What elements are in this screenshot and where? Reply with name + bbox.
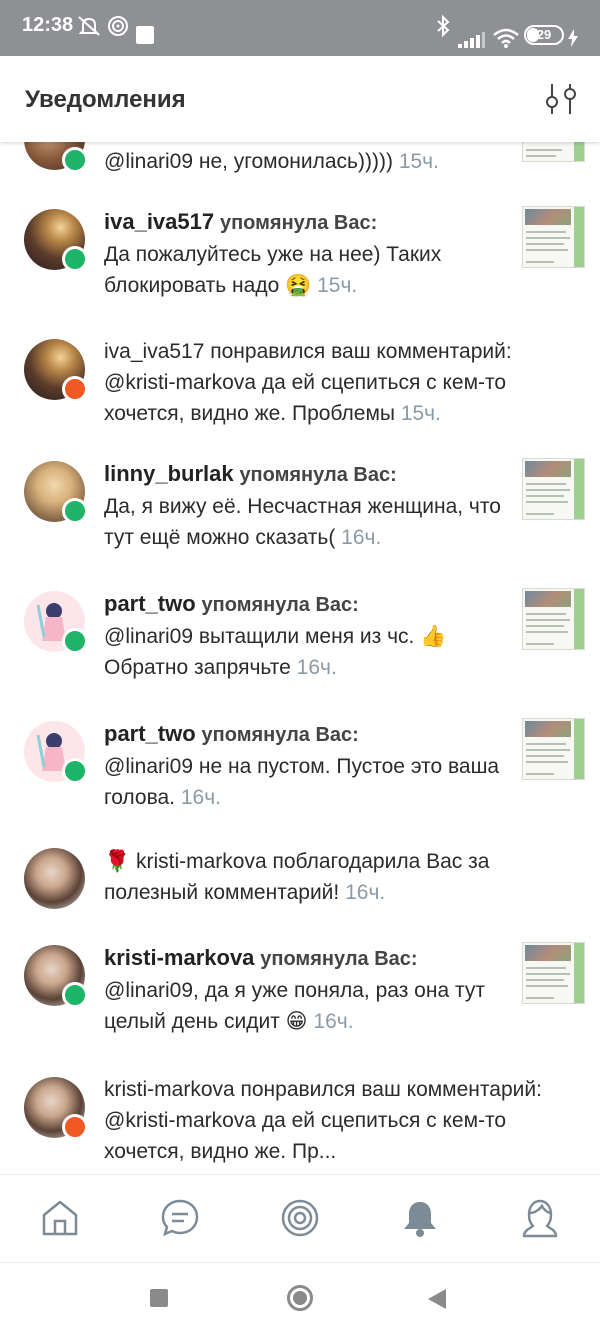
notification-time: 15ч. <box>398 150 439 173</box>
notification-text: part_two упомянула Вас: @linari09 вытащи… <box>104 588 514 683</box>
post-thumbnail[interactable] <box>522 142 585 162</box>
filter-button[interactable] <box>540 80 584 120</box>
comment-badge-icon <box>62 498 88 524</box>
notification-text: iva_iva517 понравился ваш комментарий: @… <box>104 336 574 429</box>
battery-icon: 29 <box>524 25 564 45</box>
notification-item[interactable]: iva_iva517 упомянула Вас: Да пожалуйтесь… <box>0 206 600 316</box>
profile-icon <box>522 1199 558 1238</box>
system-navigation-bar <box>0 1262 600 1332</box>
bluetooth-icon <box>437 14 450 38</box>
notification-item[interactable]: kristi-markova понравился ваш комментари… <box>0 1074 600 1174</box>
home-system-icon[interactable] <box>287 1285 313 1311</box>
comment-badge-icon <box>62 982 88 1008</box>
nav-chat-button[interactable] <box>159 1197 201 1239</box>
target-icon <box>281 1199 319 1237</box>
notification-username[interactable]: part_two <box>104 721 196 746</box>
nav-target-button[interactable] <box>279 1197 321 1239</box>
avatar[interactable] <box>24 848 85 909</box>
page-title: Уведомления <box>25 86 186 113</box>
notification-message: Да пожалуйтесь уже на нее) Таких блокиро… <box>104 243 442 297</box>
notification-time: 16ч. <box>180 786 222 809</box>
nav-home-button[interactable] <box>39 1197 81 1239</box>
notification-action: упомянула Вас: <box>219 212 378 234</box>
app-header: Уведомления <box>0 56 600 142</box>
notification-text: iva_iva517 упомянула Вас: Да пожалуйтесь… <box>104 206 514 301</box>
signal-icon <box>458 32 485 48</box>
filter-sliders-icon <box>546 84 576 114</box>
notification-text: kristi-markova упомянула Вас: @linari09,… <box>104 942 514 1037</box>
notification-message: @linari09 вытащили меня из чс. 👍 Обратно… <box>104 625 447 679</box>
notification-action: упомянула Вас: <box>201 724 359 746</box>
notification-text: 🌹 kristi-markova поблагодарила Вас за по… <box>104 846 574 908</box>
notification-message: @linari09 не, угомонилась))))) <box>104 150 393 173</box>
notification-square-icon <box>136 26 154 44</box>
chat-icon <box>161 1199 199 1237</box>
comment-badge-icon <box>62 147 88 173</box>
post-thumbnail[interactable] <box>522 718 585 780</box>
status-bar: 12:38 29 <box>0 0 600 56</box>
notification-text: kristi-markova понравился ваш комментари… <box>104 1074 574 1167</box>
comment-badge-icon <box>62 246 88 272</box>
notification-time: 15ч. <box>317 274 358 297</box>
notification-item[interactable]: part_two упомянула Вас: @linari09 вытащи… <box>0 588 600 698</box>
mute-icon <box>78 16 100 36</box>
status-time: 12:38 <box>22 14 74 36</box>
notification-action: упомянула Вас: <box>260 948 418 970</box>
notification-username[interactable]: iva_iva517 <box>104 209 214 234</box>
battery-level: 29 <box>536 27 552 42</box>
post-thumbnail[interactable] <box>522 206 585 268</box>
nav-profile-button[interactable] <box>519 1197 561 1239</box>
recent-apps-icon[interactable] <box>150 1289 168 1307</box>
post-thumbnail[interactable] <box>522 588 585 650</box>
comment-badge-icon <box>62 758 88 784</box>
post-thumbnail[interactable] <box>522 458 585 520</box>
post-thumbnail[interactable] <box>522 942 585 1004</box>
charging-icon <box>568 29 578 47</box>
notifications-feed[interactable]: @linari09 не, угомонилась))))) 15ч. iva_… <box>0 142 600 1174</box>
notification-text: @linari09 не, угомонилась))))) 15ч. <box>104 146 514 177</box>
notification-message: kristi-markova понравился ваш комментари… <box>104 1078 542 1163</box>
like-badge-icon <box>62 376 88 402</box>
notification-text: linny_burlak упомянула Вас: Да, я вижу е… <box>104 458 514 553</box>
notification-message: @linari09 не на пустом. Пустое это ваша … <box>104 755 500 809</box>
notification-username[interactable]: part_two <box>104 591 196 616</box>
comment-badge-icon <box>62 628 88 654</box>
notification-item[interactable]: kristi-markova упомянула Вас: @linari09,… <box>0 942 600 1052</box>
notification-message: iva_iva517 понравился ваш комментарий: @… <box>104 340 512 425</box>
bottom-navigation <box>0 1174 600 1262</box>
home-icon <box>42 1200 78 1236</box>
wifi-icon <box>493 28 519 48</box>
notification-item[interactable]: @linari09 не, угомонилась))))) 15ч. <box>0 142 600 202</box>
notification-time: 16ч. <box>345 881 386 904</box>
notification-message: 🌹 kristi-markova поблагодарила Вас за по… <box>104 850 490 904</box>
notification-time: 16ч. <box>341 526 382 549</box>
back-icon[interactable] <box>428 1289 446 1309</box>
notification-username[interactable]: linny_burlak <box>104 461 234 486</box>
notification-time: 16ч. <box>296 656 337 679</box>
notification-action: упомянула Вас: <box>201 594 359 616</box>
notification-time: 16ч. <box>313 1010 354 1033</box>
bell-icon <box>404 1202 436 1237</box>
notification-item[interactable]: iva_iva517 понравился ваш комментарий: @… <box>0 336 600 446</box>
notification-time: 15ч. <box>400 402 441 425</box>
notification-item[interactable]: 🌹 kristi-markova поблагодарила Вас за по… <box>0 846 600 936</box>
nav-notifications-button[interactable] <box>399 1197 441 1239</box>
notification-username[interactable]: kristi-markova <box>104 945 254 970</box>
notification-message: @linari09, да я уже поняла, раз она тут … <box>104 979 485 1033</box>
like-badge-icon <box>62 1114 88 1140</box>
notification-text: part_two упомянула Вас: @linari09 не на … <box>104 718 514 813</box>
notification-message: Да, я вижу её. Несчастная женщина, что т… <box>104 495 501 549</box>
notification-item[interactable]: linny_burlak упомянула Вас: Да, я вижу е… <box>0 458 600 568</box>
cast-icon <box>108 16 128 36</box>
notification-item[interactable]: part_two упомянула Вас: @linari09 не на … <box>0 718 600 828</box>
notification-action: упомянула Вас: <box>239 464 397 486</box>
